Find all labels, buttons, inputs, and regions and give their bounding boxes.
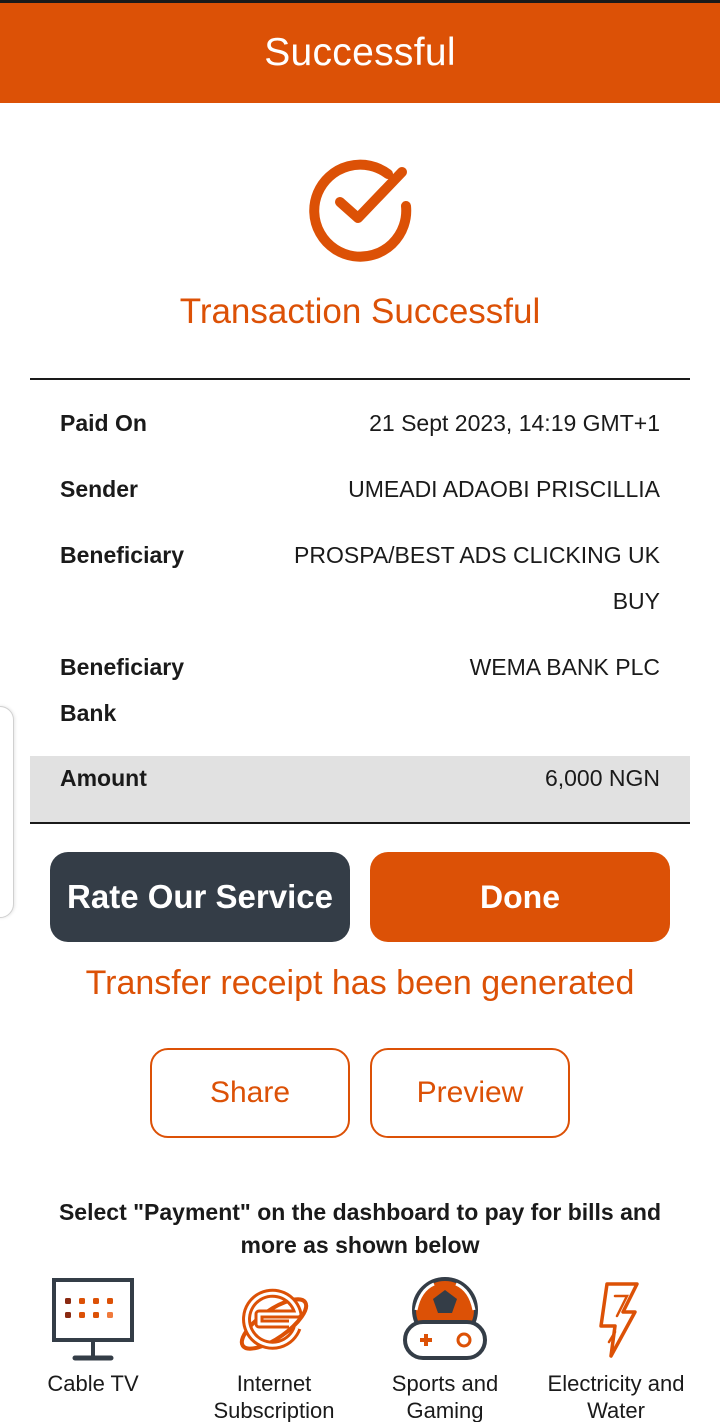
share-button[interactable]: Share <box>150 1048 350 1138</box>
detail-row-paid-on: Paid On 21 Sept 2023, 14:19 GMT+1 <box>30 400 690 446</box>
detail-label: Beneficiary Bank <box>60 654 185 726</box>
services-list: Cable TV Internet Subscription Sports an… <box>0 1276 720 1422</box>
service-label: Electricity and Water <box>547 1371 685 1422</box>
detail-row-beneficiary-bank: Beneficiary Bank WEMA BANK PLC <box>30 644 690 736</box>
detail-label: Paid On <box>60 410 147 436</box>
payment-hint: Select "Payment" on the dashboard to pay… <box>58 1199 662 1258</box>
rate-service-button[interactable]: Rate Our Service <box>50 852 350 942</box>
internet-explorer-icon <box>239 1288 309 1351</box>
detail-row-amount: Amount 6,000 NGN <box>30 756 690 822</box>
transaction-status-title: Transaction Successful <box>179 292 541 331</box>
gamepad-icon <box>403 1277 487 1360</box>
service-cable-tv[interactable]: Cable TV <box>8 1276 178 1397</box>
detail-value: 6,000 NGN <box>544 765 660 791</box>
service-sports-gaming[interactable]: Sports and Gaming <box>360 1276 530 1422</box>
tv-icon <box>52 1278 134 1361</box>
lightning-icon <box>599 1282 639 1358</box>
detail-value: PROSPA/BEST ADS CLICKING UK BUY <box>294 542 660 614</box>
detail-label: Amount <box>60 765 147 791</box>
service-label: Internet Subscription <box>213 1371 335 1422</box>
detail-row-beneficiary: Beneficiary PROSPA/BEST ADS CLICKING UK … <box>30 532 690 624</box>
service-internet-subscription[interactable]: Internet Subscription <box>189 1276 359 1422</box>
detail-value: WEMA BANK PLC <box>469 654 660 680</box>
receipt-message: Transfer receipt has been generated <box>85 964 635 1002</box>
side-drawer-handle[interactable] <box>0 706 14 918</box>
service-electricity-water[interactable]: Electricity and Water <box>531 1276 701 1422</box>
app-header: Successful <box>0 3 720 103</box>
detail-label: Beneficiary <box>60 542 185 568</box>
detail-value: 21 Sept 2023, 14:19 GMT+1 <box>369 410 660 436</box>
preview-button[interactable]: Preview <box>370 1048 570 1138</box>
done-button[interactable]: Done <box>370 852 670 942</box>
page-title: Successful <box>264 31 456 74</box>
service-label: Sports and Gaming <box>391 1371 499 1422</box>
detail-value: UMEADI ADAOBI PRISCILLIA <box>348 476 660 502</box>
service-label: Cable TV <box>47 1371 139 1396</box>
detail-label: Sender <box>60 476 138 502</box>
detail-row-sender: Sender UMEADI ADAOBI PRISCILLIA <box>30 466 690 512</box>
transaction-details: Paid On 21 Sept 2023, 14:19 GMT+1 Sender… <box>30 378 690 824</box>
check-circle-icon <box>309 159 412 262</box>
